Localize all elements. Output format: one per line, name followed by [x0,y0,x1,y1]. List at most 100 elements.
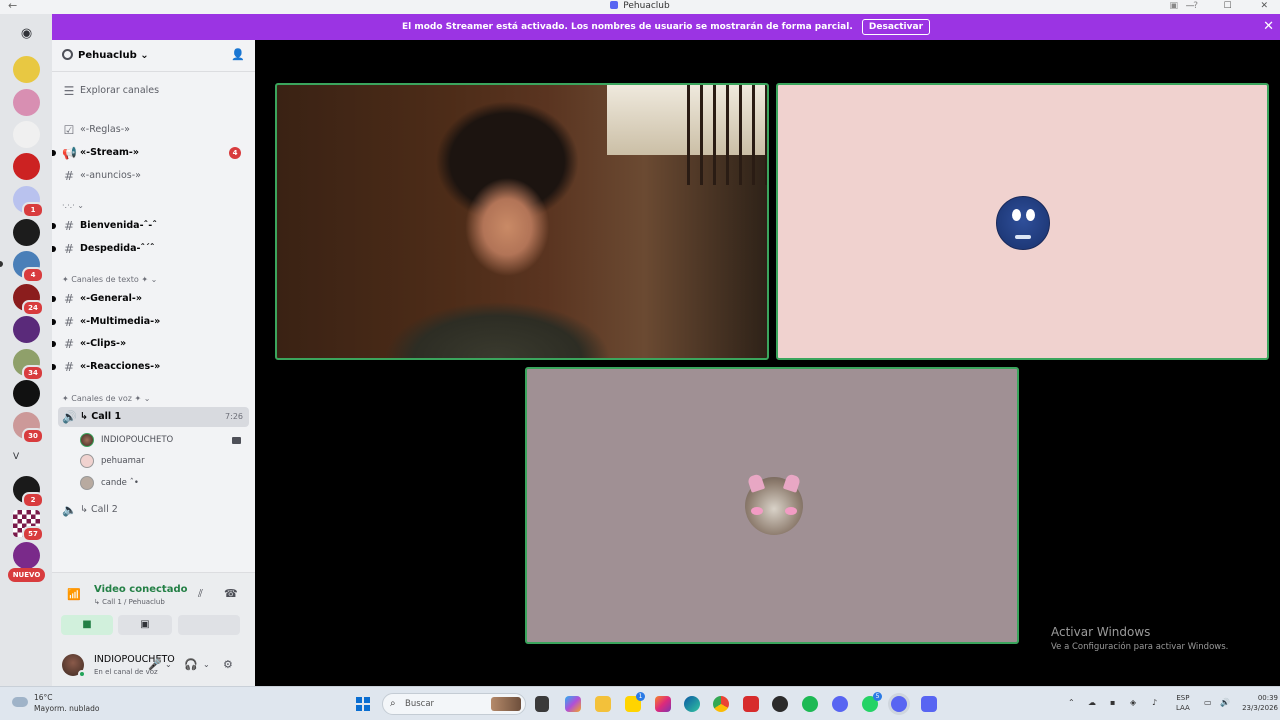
channel-general[interactable]: # «-General-» [52,289,249,309]
server-icon[interactable] [13,380,40,407]
server-icon[interactable] [13,121,40,148]
deactivate-button[interactable]: Desactivar [861,19,931,35]
whatsapp-icon[interactable]: 5 [862,692,882,712]
clock[interactable]: 00:39 23/3/2026 [1240,693,1278,713]
task-view-icon[interactable] [535,696,549,712]
app-icon[interactable] [772,696,788,712]
server-icon[interactable] [13,153,40,180]
close-button[interactable]: ✕ [1260,1,1268,11]
connection-status: Video conectado [94,584,188,595]
app-icon[interactable]: 1 [625,692,645,712]
speaker-icon: 🔈 [62,503,77,517]
chevron-up-icon[interactable]: ⌃ [1068,698,1075,707]
explore-channels[interactable]: ☰ Explorar canales [58,81,249,101]
network-icon[interactable]: ▭ [1204,698,1212,707]
microphone-icon[interactable]: ♪ [1152,698,1157,707]
server-icon[interactable]: 2 [13,476,44,508]
minimize-button[interactable]: — [1186,1,1195,11]
app-icon[interactable] [743,696,759,712]
screen-share-button[interactable]: ▣ [118,615,172,635]
camera-toggle-button[interactable]: ■ [61,615,113,635]
chevron-down-icon[interactable]: ⌄ [165,660,172,669]
discord-logo-icon [610,1,619,9]
announcement-icon: 📢 [62,146,77,160]
start-button[interactable] [356,697,370,711]
noise-suppression-icon[interactable]: ⫽ [198,587,203,601]
channel-anuncios[interactable]: # «-anuncios-» [58,166,249,186]
video-tile-cande[interactable] [525,367,1019,644]
channel-reglas[interactable]: ☑ «-Reglas-» [58,120,249,140]
channel-reacciones[interactable]: # «-Reacciones-» [52,357,249,377]
app-tray-icon[interactable]: ◈ [1130,698,1136,707]
voice-channel-call-2[interactable]: 🔈 ↳ Call 2 [58,500,249,520]
discord-home-icon[interactable]: ◉ [13,20,40,47]
mention-badge: 1 [22,202,44,218]
microphone-icon[interactable]: 🎤 [148,658,162,671]
disconnect-icon[interactable]: ☎ [224,587,238,600]
app-icon[interactable] [832,696,848,712]
search-input[interactable]: ⌕ Buscar [382,693,526,715]
category-text-channels[interactable]: ✦ Canales de texto ✦ ⌄ [62,275,157,284]
volume-icon[interactable]: 🔊 [1220,698,1230,707]
language-indicator[interactable]: ESP LAA [1176,693,1190,713]
server-icon[interactable]: 34 [13,349,44,381]
connection-location[interactable]: ↳ Call 1 / Pehuaclub [94,598,165,606]
channel-stream[interactable]: 📢 «-Stream-» 4 [52,143,249,163]
voice-channel-call-1[interactable]: 🔊 ↳ Call 1 7:26 [58,407,249,427]
video-tile-pehuamar[interactable] [776,83,1269,360]
signal-icon[interactable]: 📶 [64,585,84,605]
chevron-down-icon[interactable]: ⌄ [203,660,210,669]
server-icon[interactable]: 30 [13,412,44,444]
onedrive-icon[interactable]: ☁ [1088,698,1096,707]
headphones-icon[interactable]: 🎧 [184,658,198,671]
category-voice-channels[interactable]: ✦ Canales de voz ✦ ⌄ [62,394,150,403]
channel-despedida[interactable]: # Despedida-ˆ´ˆ [52,239,249,259]
copilot-icon[interactable] [565,696,581,712]
server-icon[interactable] [13,56,40,83]
channel-bienvenida[interactable]: # Bienvenida-ˆ-ˆ [52,216,249,236]
mention-badge: 2 [22,492,44,508]
chrome-icon[interactable] [713,696,729,712]
server-icon[interactable]: 1 [13,186,44,218]
file-explorer-icon[interactable] [595,696,611,712]
mention-badge: 4 [229,147,241,159]
spotify-icon[interactable] [802,696,818,712]
discord-icon[interactable] [921,696,937,712]
unread-pip [52,319,56,325]
voice-user[interactable]: INDIOPOUCHETO [80,430,250,450]
online-status-dot [78,670,86,678]
server-header[interactable]: Pehuaclub ⌄ 👤 [52,40,255,72]
avatar [745,473,803,535]
instagram-icon[interactable] [655,696,671,712]
obs-icon[interactable] [891,696,907,712]
mention-badge: 57 [22,526,44,542]
username: INDIOPOUCHETO [94,654,175,665]
edge-icon[interactable] [684,696,700,712]
speaker-icon: 🔊 [62,410,77,424]
server-icon[interactable]: 24 [13,284,44,316]
gear-icon[interactable]: ⚙ [223,658,233,671]
hashtag-icon: # [63,292,75,306]
close-icon[interactable]: ✕ [1263,14,1274,40]
server-icon[interactable] [13,89,40,116]
video-tile-camera[interactable] [275,83,769,360]
soundboard-button[interactable] [186,615,240,635]
maximize-button[interactable]: ☐ [1224,1,1232,11]
server-icon[interactable]: 57 [13,510,44,542]
taskbar: 16°C Mayorm. nublado ⌕ Buscar 1 5 ⌃ ☁ ▪ … [0,686,1280,720]
server-icon[interactable] [13,316,40,343]
voice-connection-panel: 📶 Video conectado ↳ Call 1 / Pehuaclub ⫽… [52,572,255,644]
activate-windows-watermark: Activar Windows Ve a Configuración para … [1051,625,1229,652]
server-icon[interactable] [13,219,40,246]
hashtag-icon: # [63,337,75,351]
category-misc[interactable]: ·.·.· ⌄ [62,201,84,210]
hashtag-icon: # [63,360,75,374]
add-member-icon[interactable]: 👤 [231,48,245,61]
server-icon[interactable]: 4 [0,251,44,283]
server-icon[interactable]: V [13,444,40,471]
server-icon[interactable] [13,542,40,569]
channel-multimedia[interactable]: # «-Multimedia-» [52,312,249,332]
channel-clips[interactable]: # «-Clips-» [52,334,249,354]
banner-text: El modo Streamer está activado. Los nomb… [401,22,853,32]
app-tray-icon[interactable]: ▪ [1110,698,1115,707]
